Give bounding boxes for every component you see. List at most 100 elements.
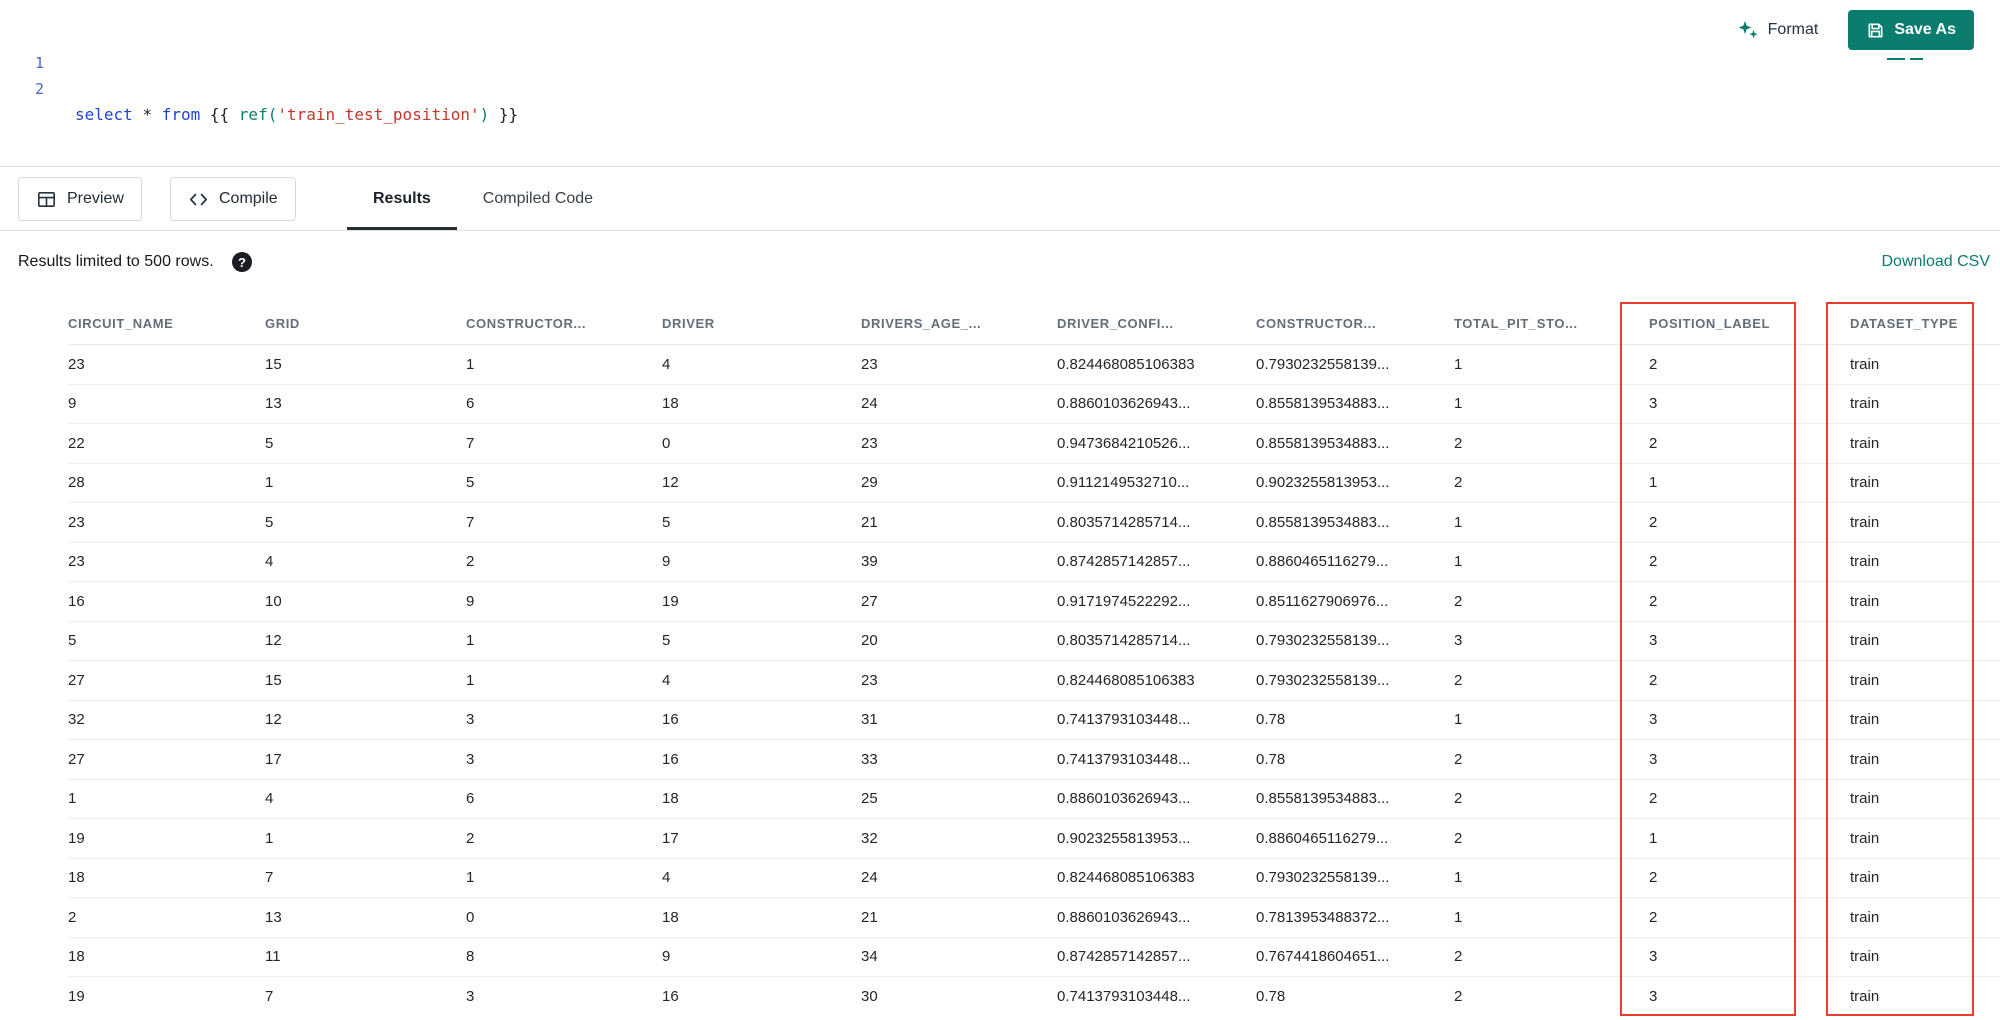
table-cell: 23: [68, 542, 265, 582]
table-cell: 1: [466, 660, 662, 701]
table-cell: 1: [68, 779, 265, 819]
table-cell: 18: [662, 384, 861, 424]
table-cell: 3: [1649, 976, 1850, 1016]
table-cell: train: [1850, 739, 2000, 780]
table-cell: 34: [861, 937, 1057, 977]
table-cell: 20: [861, 621, 1057, 661]
table-cell: 0.8558139534883...: [1256, 779, 1454, 819]
table-cell: 0.9023255813953...: [1057, 818, 1256, 859]
table-cell: 15: [265, 344, 466, 385]
table-cell: train: [1850, 858, 2000, 898]
format-button[interactable]: Format: [1737, 19, 1818, 41]
table-cell: 3: [466, 700, 662, 740]
table-cell: 3: [1649, 621, 1850, 661]
table-cell: 5: [265, 502, 466, 543]
line-number-gutter: 1 2: [0, 50, 44, 102]
results-table-container: CIRCUIT_NAME GRID CONSTRUCTOR... DRIVER DRIV…: [0, 302, 2000, 1016]
table-cell: 0.824468085106383: [1057, 344, 1256, 385]
sql-keyword: from: [161, 105, 201, 124]
truncated-tooltip-artifact: [1887, 54, 1929, 64]
table-cell: 1: [1454, 858, 1649, 898]
table-cell: 18: [68, 937, 265, 977]
save-as-button[interactable]: Save As: [1848, 10, 1974, 50]
table-cell: 39: [861, 542, 1057, 582]
table-cell: train: [1850, 463, 2000, 503]
column-header: DRIVERS_AGE_...: [861, 302, 1057, 345]
table-cell: 32: [861, 818, 1057, 859]
table-cell: train: [1850, 621, 2000, 661]
table-row: 2 13 0 18 21 0.8860103626943... 0.781395348837…: [68, 897, 2000, 938]
table-row: 22 5 7 0 23 0.9473684210526... 0.8558139534883…: [68, 423, 2000, 464]
table-row: 9 13 6 18 24 0.8860103626943... 0.855813953488…: [68, 384, 2000, 424]
table-cell: 21: [861, 502, 1057, 543]
table-cell: 0.9171974522292...: [1057, 581, 1256, 622]
table-cell: 9: [662, 542, 861, 582]
code-line-1[interactable]: select * from {{ ref('train_test_positio…: [75, 102, 1970, 128]
table-cell: 4: [662, 660, 861, 701]
line-number: 2: [34, 80, 44, 98]
tab-compiled-code-label: Compiled Code: [482, 189, 594, 207]
table-cell: 0.7413793103448...: [1057, 739, 1256, 780]
column-header: TOTAL_PIT_STO...: [1454, 302, 1649, 345]
table-cell: 3: [1649, 937, 1850, 977]
table-cell: 7: [466, 502, 662, 543]
table-cell: 19: [662, 581, 861, 622]
table-cell: 2: [1649, 581, 1850, 622]
table-cell: 0.8860465116279...: [1256, 542, 1454, 582]
column-header: DATASET_TYPE: [1850, 302, 2000, 345]
table-cell: 0: [662, 423, 861, 464]
column-header: GRID: [265, 302, 466, 345]
table-cell: 2: [68, 897, 265, 938]
table-cell: 0.824468085106383: [1057, 858, 1256, 898]
column-header: CONSTRUCTOR...: [466, 302, 662, 345]
table-cell: 18: [662, 779, 861, 819]
table-cell: 0.8558139534883...: [1256, 502, 1454, 543]
table-cell: 0.8742857142857...: [1057, 937, 1256, 977]
table-cell: 7: [265, 976, 466, 1016]
table-cell: 4: [265, 779, 466, 819]
table-cell: 6: [466, 384, 662, 424]
table-cell: 33: [861, 739, 1057, 780]
compile-button[interactable]: Compile: [170, 177, 296, 221]
table-cell: 1: [1649, 463, 1850, 503]
table-cell: train: [1850, 818, 2000, 859]
table-cell: 1: [1454, 542, 1649, 582]
table-cell: 16: [662, 976, 861, 1016]
table-cell: 0.7930232558139...: [1256, 858, 1454, 898]
table-cell: 23: [68, 344, 265, 385]
table-cell: 17: [265, 739, 466, 780]
jinja-open-braces: {{: [209, 105, 230, 124]
table-cell: 23: [861, 344, 1057, 385]
sql-keyword: select: [75, 105, 133, 124]
table-cell: 3: [1649, 700, 1850, 740]
table-cell: 0.8860103626943...: [1057, 779, 1256, 819]
preview-button[interactable]: Preview: [18, 177, 142, 221]
compile-label: Compile: [219, 190, 278, 207]
table-cell: 0.8860103626943...: [1057, 384, 1256, 424]
table-row: 19 1 2 17 32 0.9023255813953... 0.886046511627…: [68, 818, 2000, 859]
table-cell: train: [1850, 344, 2000, 385]
download-csv-link[interactable]: Download CSV: [1882, 253, 1991, 271]
table-cell: 13: [265, 384, 466, 424]
table-cell: 9: [68, 384, 265, 424]
column-header: CONSTRUCTOR...: [1256, 302, 1454, 345]
table-cell: 30: [861, 976, 1057, 1016]
jinja-close-braces: }}: [498, 105, 519, 124]
tab-compiled-code[interactable]: Compiled Code: [457, 167, 619, 230]
table-cell: 19: [68, 818, 265, 859]
table-cell: 27: [68, 739, 265, 780]
table-cell: 1: [265, 818, 466, 859]
table-cell: 2: [1454, 739, 1649, 780]
table-cell: 1: [1454, 344, 1649, 385]
table-row: 5 12 1 5 20 0.8035714285714... 0.7930232558139…: [68, 621, 2000, 661]
table-cell: train: [1850, 937, 2000, 977]
tab-results[interactable]: Results: [347, 167, 457, 230]
tab-results-label: Results: [373, 189, 431, 207]
results-table: CIRCUIT_NAME GRID CONSTRUCTOR... DRIVER DRIV…: [68, 302, 2000, 1016]
help-icon[interactable]: ?: [232, 252, 252, 272]
table-cell: 28: [68, 463, 265, 503]
table-cell: 0.7930232558139...: [1256, 344, 1454, 385]
table-cell: 2: [1649, 423, 1850, 464]
table-cell: 1: [466, 344, 662, 385]
table-cell: 9: [662, 937, 861, 977]
